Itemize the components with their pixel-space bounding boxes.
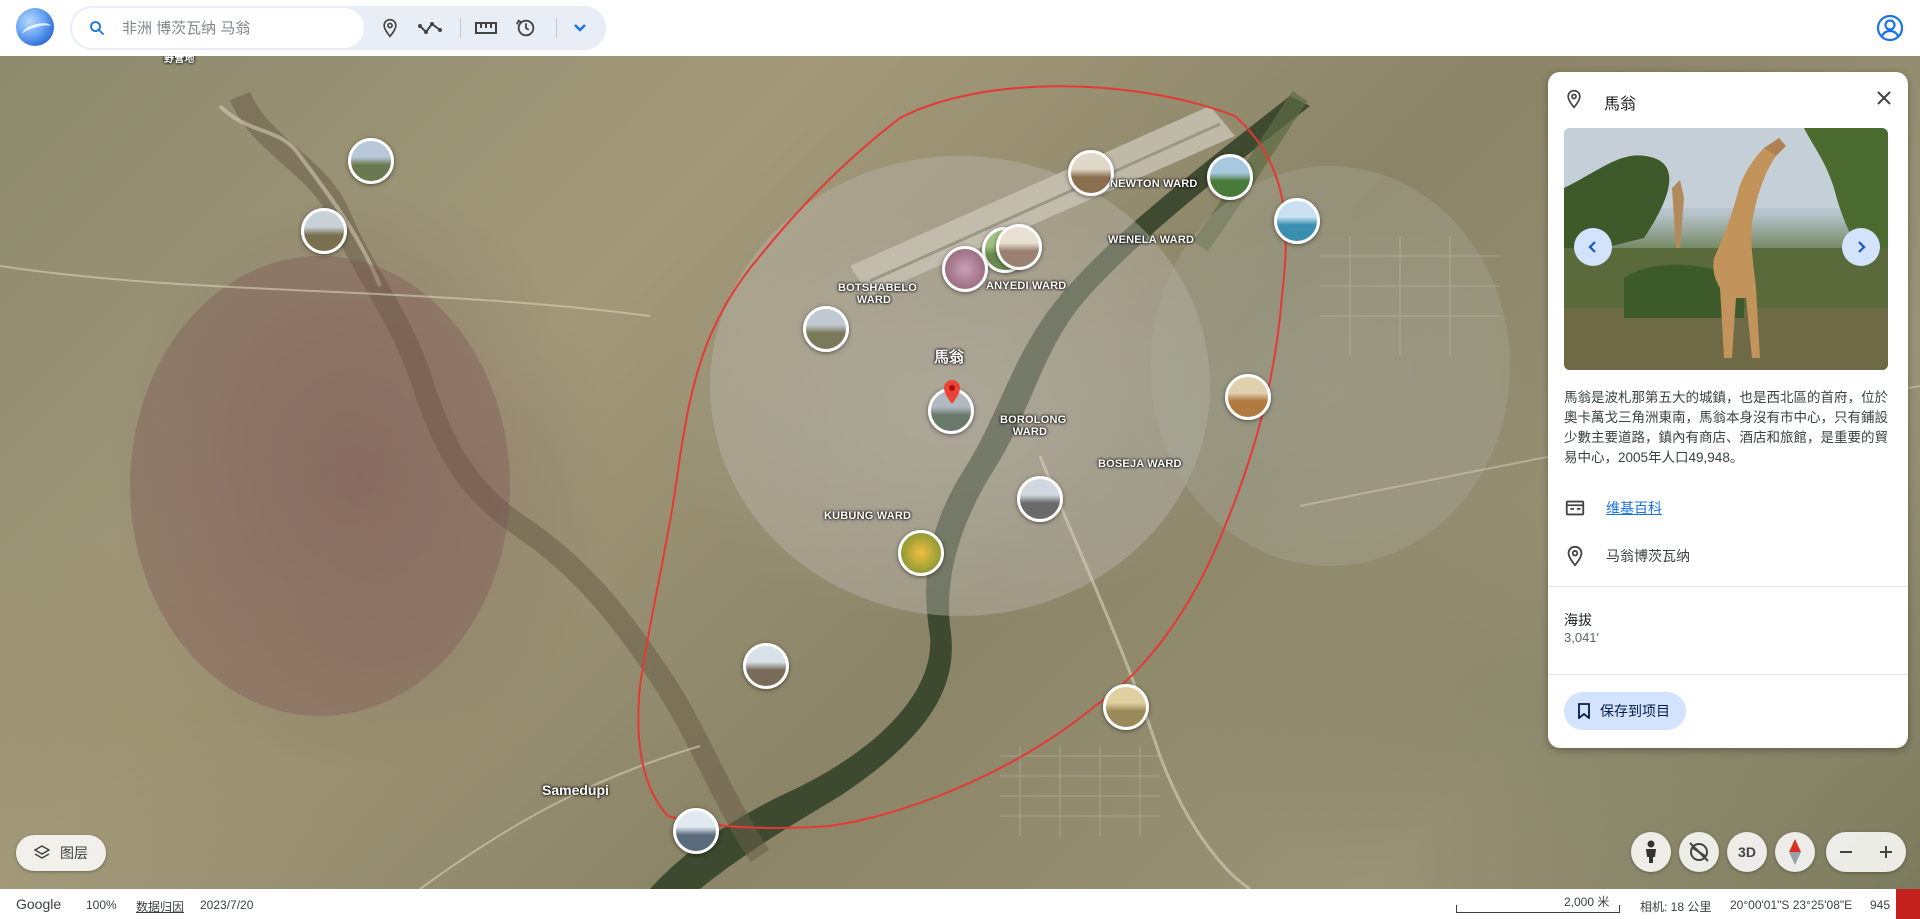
history-icon[interactable] bbox=[512, 14, 540, 42]
place-label-samedupi: Samedupi bbox=[542, 782, 609, 798]
photo-pin[interactable] bbox=[673, 808, 719, 854]
search-toolbar bbox=[70, 6, 606, 50]
imagery-date: 2023/7/20 bbox=[200, 898, 254, 912]
coordinates: 20°00'01"S 23°25'08"E bbox=[1730, 898, 1853, 912]
camera-altitude: 相机: 18 公里 bbox=[1640, 900, 1712, 914]
photo-prev-button[interactable] bbox=[1574, 228, 1612, 266]
zoom-out-button[interactable] bbox=[1826, 832, 1866, 872]
zoom-controls bbox=[1826, 832, 1906, 872]
photo-pin[interactable] bbox=[898, 530, 944, 576]
info-panel: 馬翁 馬翁是波札那第五大的城鎮，也是西北區的首府，位於奧卡萬戈三角洲東南，馬翁本… bbox=[1548, 72, 1908, 748]
bookmark-icon bbox=[1578, 703, 1590, 719]
top-bar bbox=[0, 0, 1920, 56]
photo-pin[interactable] bbox=[301, 208, 347, 254]
location-marker-icon[interactable] bbox=[944, 380, 960, 404]
toolbar-divider bbox=[460, 18, 461, 38]
place-pin-icon[interactable] bbox=[376, 14, 404, 42]
ward-label: KUBUNG WARD bbox=[824, 510, 912, 522]
ruler-icon[interactable] bbox=[472, 14, 500, 42]
photo-pin[interactable] bbox=[1225, 374, 1271, 420]
compass-button[interactable] bbox=[1775, 832, 1815, 872]
wiki-row: 维基百科 bbox=[1564, 496, 1892, 520]
photo-next-button[interactable] bbox=[1842, 228, 1880, 266]
ward-label: NEWTON WARD bbox=[1110, 178, 1198, 190]
place-description: 馬翁是波札那第五大的城鎮，也是西北區的首府，位於奧卡萬戈三角洲東南，馬翁本身沒有… bbox=[1564, 390, 1888, 465]
photo-pin[interactable] bbox=[1274, 198, 1320, 244]
photo-pin[interactable] bbox=[1207, 154, 1253, 200]
account-icon[interactable] bbox=[1876, 14, 1904, 42]
scale-bar bbox=[1456, 905, 1620, 913]
plus-icon bbox=[1880, 846, 1892, 858]
ward-label: WENELA WARD bbox=[1108, 234, 1195, 246]
place-pin-icon bbox=[1567, 545, 1583, 567]
giraffe-photo bbox=[1564, 128, 1888, 370]
pegman-icon bbox=[1646, 840, 1656, 863]
elevation-value: 3,041′ bbox=[1564, 630, 1599, 645]
place-label: 野营地 bbox=[164, 56, 195, 65]
reset-tilt-button[interactable] bbox=[1679, 832, 1719, 872]
tilt-off-icon bbox=[1689, 842, 1709, 862]
photo-pin[interactable] bbox=[1017, 476, 1063, 522]
pegman-button[interactable] bbox=[1631, 832, 1671, 872]
photo-pin[interactable] bbox=[743, 643, 789, 689]
layers-label: 图层 bbox=[60, 845, 88, 861]
layers-icon bbox=[34, 845, 50, 859]
panel-title: 馬翁 bbox=[1604, 96, 1637, 113]
zoom-in-button[interactable] bbox=[1866, 832, 1906, 872]
article-icon bbox=[1565, 500, 1585, 516]
chevron-left-icon bbox=[1588, 241, 1596, 253]
path-icon[interactable] bbox=[416, 14, 444, 42]
place-label-maun: 馬翁 bbox=[934, 349, 965, 366]
layers-button[interactable]: 图层 bbox=[16, 835, 106, 871]
elevation-label: 海拔 bbox=[1564, 612, 1592, 628]
ward-label: ANYEDI WARD bbox=[986, 280, 1067, 292]
photo-pin[interactable] bbox=[996, 224, 1042, 270]
panel-divider bbox=[1548, 586, 1908, 587]
save-button-label: 保存到项目 bbox=[1600, 703, 1670, 719]
location-row: 马翁博茨瓦纳 bbox=[1564, 544, 1892, 568]
minus-icon bbox=[1840, 851, 1852, 853]
elevation-readout: 945 bbox=[1870, 898, 1891, 912]
ward-label: BOROLONG WARD bbox=[1000, 414, 1067, 438]
chevron-down-icon[interactable] bbox=[566, 14, 594, 42]
toggle-3d-button[interactable]: 3D bbox=[1727, 832, 1767, 872]
google-brand: Google bbox=[16, 896, 62, 912]
compass-icon bbox=[1789, 839, 1801, 865]
place-pin-icon bbox=[1567, 89, 1581, 109]
ward-label: BOSEJA WARD bbox=[1098, 458, 1182, 470]
status-bar: Google 100% 数据归因 2023/7/20 2,000 米 相机: 1… bbox=[0, 889, 1920, 919]
photo-pin[interactable] bbox=[348, 138, 394, 184]
photo-pin[interactable] bbox=[942, 246, 988, 292]
ward-label: BOTSHABELO WARD bbox=[838, 282, 917, 306]
chevron-right-icon bbox=[1858, 241, 1866, 253]
zoom-level[interactable]: 100% bbox=[86, 898, 117, 912]
photo-pin[interactable] bbox=[1103, 684, 1149, 730]
save-to-project-button[interactable]: 保存到项目 bbox=[1564, 692, 1686, 730]
photo-pin[interactable] bbox=[803, 306, 849, 352]
close-icon[interactable] bbox=[1872, 86, 1896, 110]
search-box[interactable] bbox=[72, 8, 364, 48]
photo-pin[interactable] bbox=[1068, 150, 1114, 196]
location-text: 马翁博茨瓦纳 bbox=[1606, 548, 1690, 564]
search-icon bbox=[90, 21, 104, 35]
panel-divider bbox=[1548, 674, 1908, 675]
google-earth-logo[interactable] bbox=[16, 8, 54, 46]
feedback-flag-icon[interactable] bbox=[1896, 889, 1920, 919]
data-attribution-link[interactable]: 数据归因 bbox=[136, 898, 184, 915]
toolbar-divider bbox=[556, 18, 557, 38]
wikipedia-link[interactable]: 维基百科 bbox=[1606, 498, 1662, 518]
place-photo bbox=[1564, 128, 1888, 370]
search-input[interactable] bbox=[122, 19, 352, 37]
